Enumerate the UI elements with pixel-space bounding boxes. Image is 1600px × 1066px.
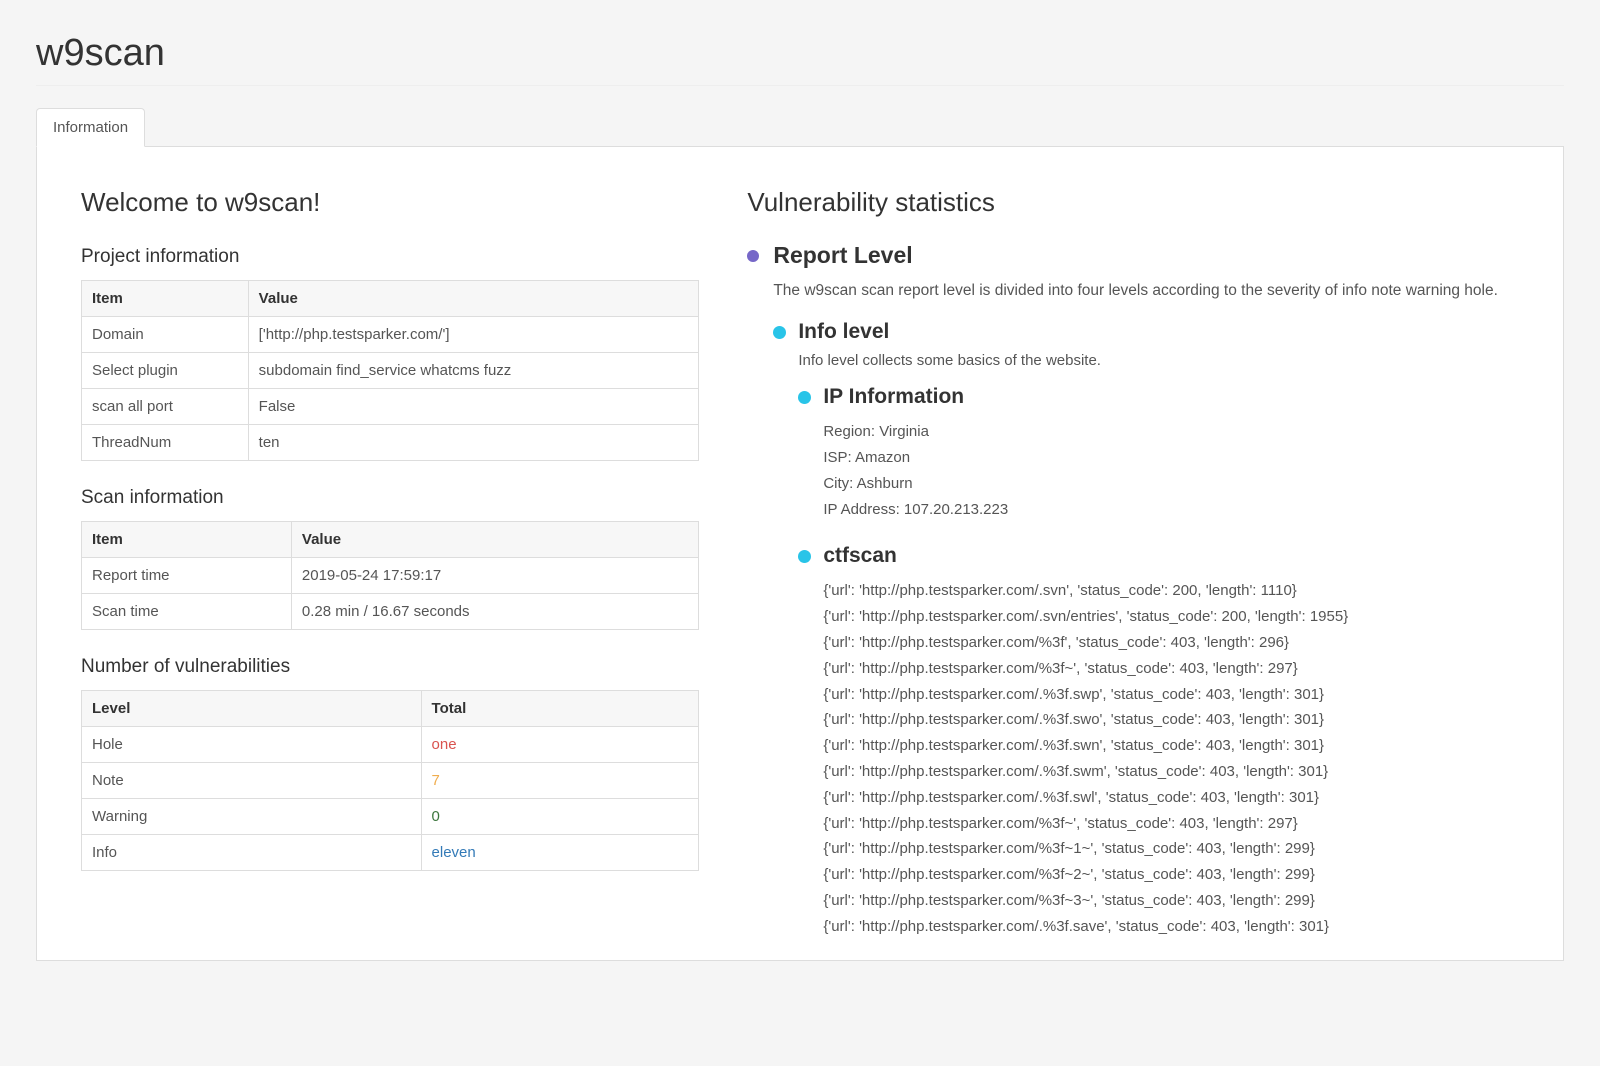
table-row: Holeone: [82, 727, 699, 763]
ip-info-body: Region: VirginiaISP: AmazonCity: Ashburn…: [823, 419, 1519, 522]
ctfscan-line: {'url': 'http://php.testsparker.com/.%3f…: [823, 707, 1519, 733]
cell-value: 0.28 min / 16.67 seconds: [291, 594, 698, 630]
table-row: Domain['http://php.testsparker.com/']: [82, 317, 699, 353]
ctfscan-line: {'url': 'http://php.testsparker.com/.svn…: [823, 604, 1519, 630]
ctfscan-line: {'url': 'http://php.testsparker.com/%3f~…: [823, 656, 1519, 682]
project-info-table: Item Value Domain['http://php.testsparke…: [81, 280, 699, 461]
bullet-icon: [773, 326, 786, 339]
cell-item: Select plugin: [82, 353, 249, 389]
scan-info-heading: Scan information: [81, 487, 699, 509]
ctfscan-line: {'url': 'http://php.testsparker.com/.%3f…: [823, 682, 1519, 708]
cell-value: 2019-05-24 17:59:17: [291, 558, 698, 594]
cell-value: ['http://php.testsparker.com/']: [248, 317, 699, 353]
cell-value: False: [248, 389, 699, 425]
panel-information: Welcome to w9scan! Project information I…: [36, 147, 1564, 961]
col-level: Level: [82, 691, 422, 727]
col-value: Value: [248, 281, 699, 317]
vuln-stats-heading: Vulnerability statistics: [747, 187, 1519, 218]
ctfscan-label: ctfscan: [823, 544, 897, 568]
ctfscan-line: {'url': 'http://php.testsparker.com/%3f'…: [823, 630, 1519, 656]
ctfscan-line: {'url': 'http://php.testsparker.com/.%3f…: [823, 733, 1519, 759]
table-row: scan all portFalse: [82, 389, 699, 425]
report-level-label: Report Level: [773, 242, 912, 269]
ctfscan-line: {'url': 'http://php.testsparker.com/.%3f…: [823, 785, 1519, 811]
report-level-heading: Report Level: [747, 242, 1519, 269]
ip-info-line: City: Ashburn: [823, 471, 1519, 497]
vuln-count-table: Level Total HoleoneNote7Warning0Infoelev…: [81, 690, 699, 871]
ip-info-line: Region: Virginia: [823, 419, 1519, 445]
scan-info-table: Item Value Report time2019-05-24 17:59:1…: [81, 521, 699, 630]
cell-item: Report time: [82, 558, 292, 594]
ctfscan-line: {'url': 'http://php.testsparker.com/%3f~…: [823, 811, 1519, 837]
tab-information[interactable]: Information: [36, 108, 145, 147]
col-value: Value: [291, 522, 698, 558]
cell-level: Hole: [82, 727, 422, 763]
col-total: Total: [421, 691, 699, 727]
table-row: Infoeleven: [82, 835, 699, 871]
table-row: Note7: [82, 763, 699, 799]
bullet-icon: [798, 550, 811, 563]
cell-item: scan all port: [82, 389, 249, 425]
ip-info-line: ISP: Amazon: [823, 445, 1519, 471]
cell-level: Warning: [82, 799, 422, 835]
bullet-icon: [747, 250, 759, 262]
ctfscan-line: {'url': 'http://php.testsparker.com/%3f~…: [823, 862, 1519, 888]
project-info-heading: Project information: [81, 246, 699, 268]
cell-level: Note: [82, 763, 422, 799]
report-level-desc: The w9scan scan report level is divided …: [773, 279, 1519, 302]
cell-value: subdomain find_service whatcms fuzz: [248, 353, 699, 389]
cell-item: ThreadNum: [82, 425, 249, 461]
ctfscan-line: {'url': 'http://php.testsparker.com/.%3f…: [823, 759, 1519, 785]
table-row: Warning0: [82, 799, 699, 835]
ip-info-line: IP Address: 107.20.213.223: [823, 497, 1519, 523]
info-level-heading: Info level: [773, 320, 1519, 344]
cell-total: 7: [421, 763, 699, 799]
col-item: Item: [82, 522, 292, 558]
cell-total: one: [421, 727, 699, 763]
bullet-icon: [798, 391, 811, 404]
vuln-count-heading: Number of vulnerabilities: [81, 656, 699, 678]
table-row: Select pluginsubdomain find_service what…: [82, 353, 699, 389]
cell-total: eleven: [421, 835, 699, 871]
info-level-label: Info level: [798, 320, 889, 344]
table-row: ThreadNumten: [82, 425, 699, 461]
cell-level: Info: [82, 835, 422, 871]
cell-item: Scan time: [82, 594, 292, 630]
ctfscan-line: {'url': 'http://php.testsparker.com/%3f~…: [823, 836, 1519, 862]
ip-info-label: IP Information: [823, 385, 964, 409]
ctfscan-line: {'url': 'http://php.testsparker.com/.svn…: [823, 578, 1519, 604]
ctfscan-body: {'url': 'http://php.testsparker.com/.svn…: [823, 578, 1519, 939]
page-title: w9scan: [36, 32, 1564, 86]
cell-item: Domain: [82, 317, 249, 353]
table-row: Scan time0.28 min / 16.67 seconds: [82, 594, 699, 630]
ctfscan-line: {'url': 'http://php.testsparker.com/%3f~…: [823, 888, 1519, 914]
ctfscan-line: {'url': 'http://php.testsparker.com/.%3f…: [823, 914, 1519, 940]
ctfscan-heading: ctfscan: [798, 544, 1519, 568]
cell-value: ten: [248, 425, 699, 461]
table-row: Report time2019-05-24 17:59:17: [82, 558, 699, 594]
ip-info-heading: IP Information: [798, 385, 1519, 409]
tab-bar: Information: [36, 108, 1564, 147]
info-level-desc: Info level collects some basics of the w…: [798, 352, 1519, 369]
welcome-heading: Welcome to w9scan!: [81, 187, 699, 218]
cell-total: 0: [421, 799, 699, 835]
col-item: Item: [82, 281, 249, 317]
